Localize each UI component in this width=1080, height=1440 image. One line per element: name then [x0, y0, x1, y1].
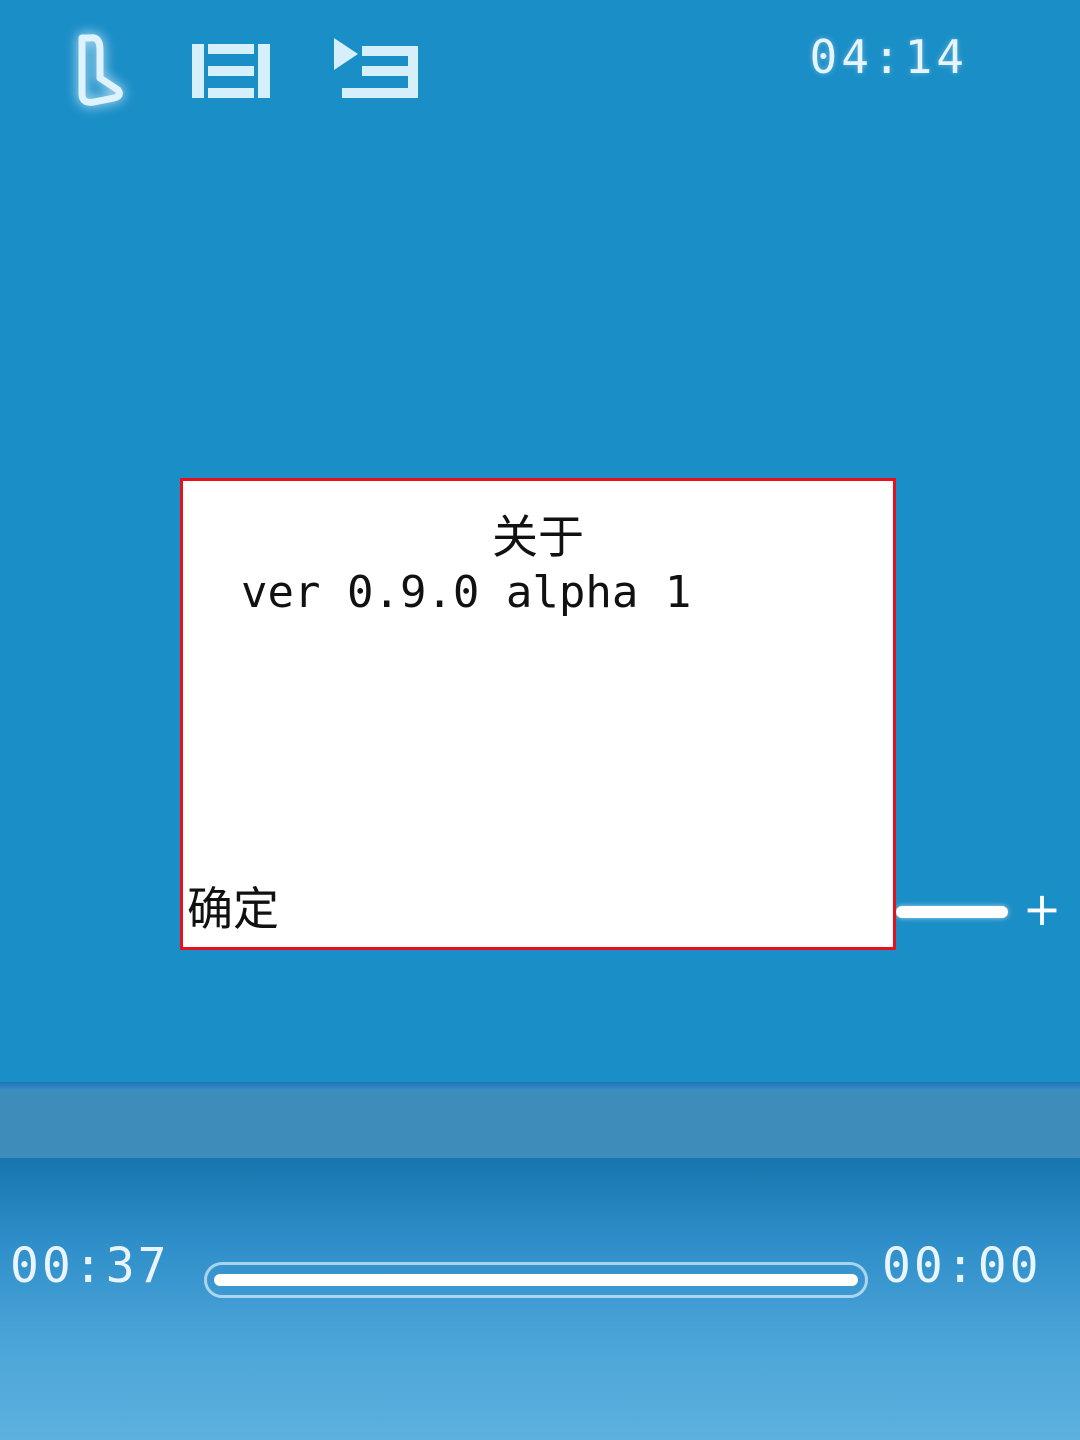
list-icon-graphic — [192, 44, 270, 98]
dialog-title: 关于 — [492, 510, 584, 564]
playlist-icon-graphic — [334, 38, 418, 98]
clock: 04:14 — [809, 30, 968, 84]
ok-button[interactable]: 确定 — [187, 873, 279, 939]
progress-fill — [214, 1274, 858, 1286]
elapsed-time: 00:37 — [10, 1238, 170, 1294]
playlist-icon[interactable] — [328, 32, 424, 108]
progress-bar[interactable] — [204, 1262, 868, 1298]
player-screen: 04:14 + 关于 ver 0.9.0 alpha 1 确定 00:37 00… — [0, 0, 1080, 1440]
bottom-strip — [0, 1090, 1080, 1158]
top-bar: 04:14 — [0, 0, 1080, 140]
music-note-icon[interactable] — [52, 20, 142, 120]
total-time: 00:00 — [882, 1238, 1042, 1294]
playback-panel — [0, 1158, 1080, 1440]
volume-slider[interactable] — [896, 906, 1008, 918]
about-dialog: 关于 ver 0.9.0 alpha 1 确定 — [180, 478, 896, 950]
music-note-icon-graphic — [78, 34, 123, 106]
version-text: ver 0.9.0 alpha 1 — [241, 567, 692, 618]
volume-up-button[interactable]: + — [1020, 884, 1064, 934]
list-icon[interactable] — [186, 36, 278, 106]
bottom-divider — [0, 1082, 1080, 1090]
